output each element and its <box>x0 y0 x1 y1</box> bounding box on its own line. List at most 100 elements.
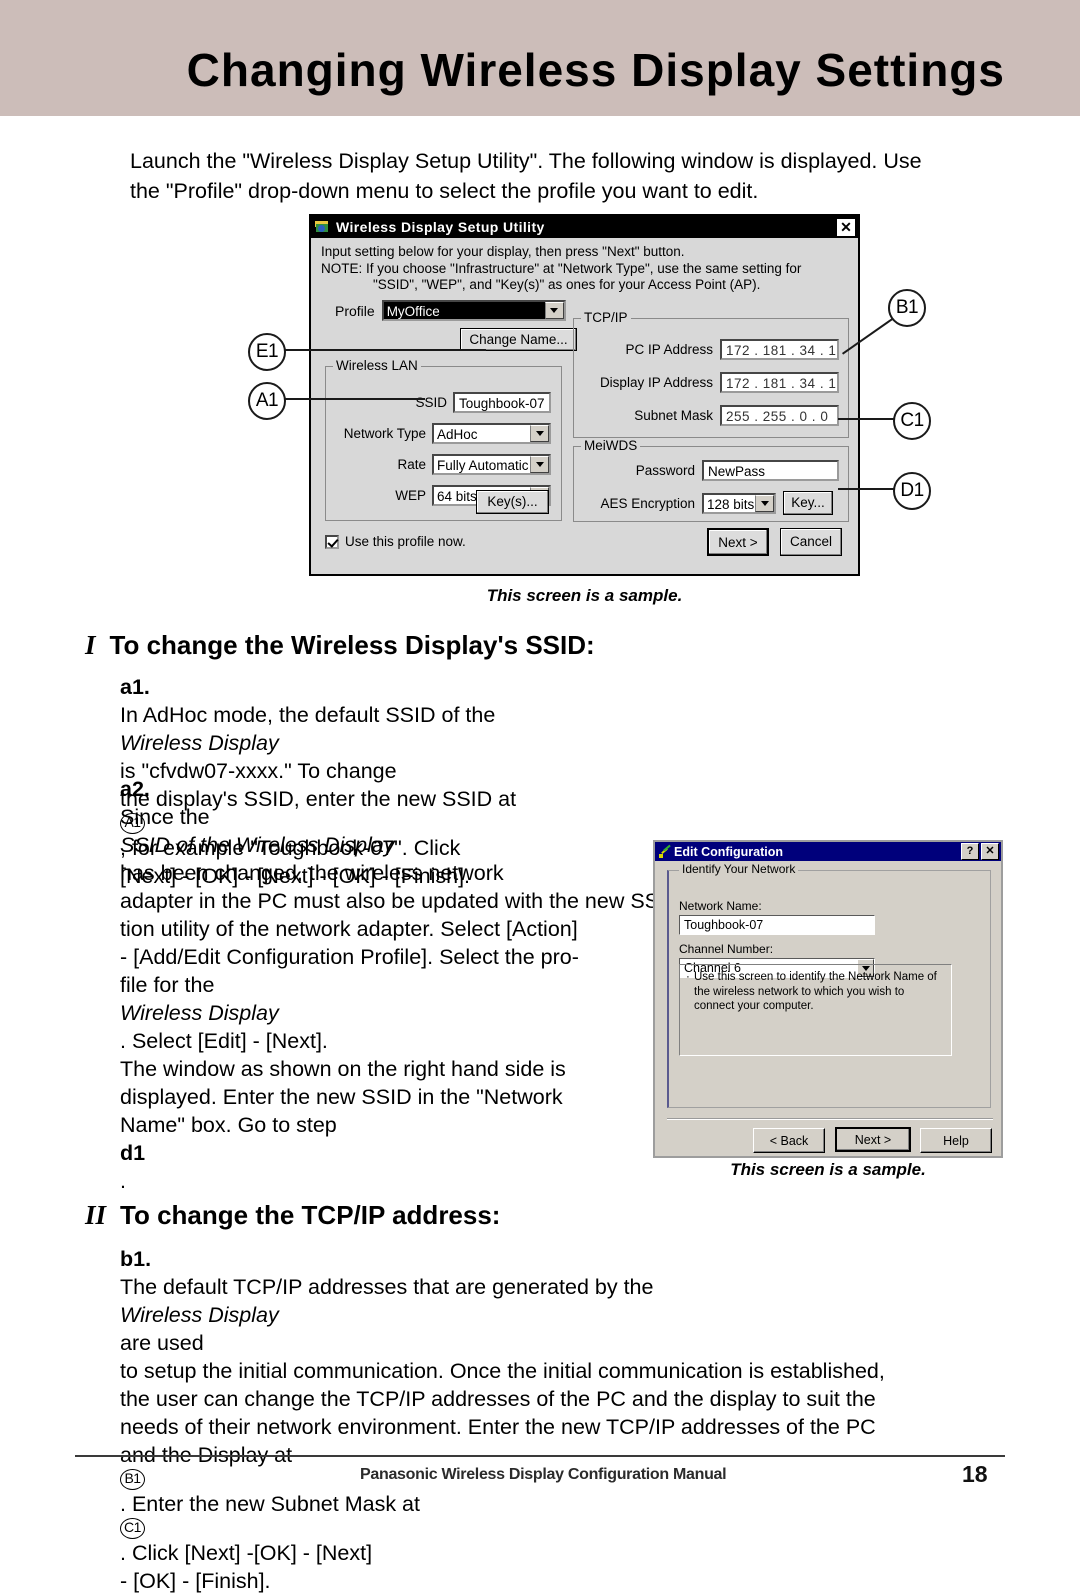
password-label: Password <box>635 463 695 478</box>
network-name-input[interactable]: Toughbook-07 <box>679 915 875 935</box>
intro-line-1: Launch the "Wireless Display Setup Utili… <box>130 149 922 173</box>
dialog2-divider <box>667 1118 993 1120</box>
chevron-down-icon[interactable] <box>530 456 549 473</box>
callout-a1: A1 <box>248 382 286 420</box>
step-a2-l1a: Since the <box>120 805 210 829</box>
wireless-lan-group-label: Wireless LAN <box>333 359 421 373</box>
step-b1-l1c: are used <box>120 1331 204 1355</box>
step-b1-l5b: . Enter the new Subnet Mask at <box>120 1492 420 1516</box>
meiwds-group-label: MeiWDS <box>581 439 641 453</box>
aes-encryption-label: AES Encryption <box>600 495 695 511</box>
callout-b1: B1 <box>888 289 926 327</box>
edit-configuration-dialog: Edit Configuration ? ✕ Identify Your Net… <box>653 840 1003 1158</box>
step-b1-line-4: needs of their network environment. Ente… <box>120 1415 876 1439</box>
help-button[interactable]: Help <box>920 1128 992 1153</box>
aes-encryption-value: 128 bits <box>707 496 755 512</box>
step-b1-l1a: The default TCP/IP addresses that are ge… <box>120 1275 654 1299</box>
rate-label: Rate <box>397 457 426 472</box>
help-icon[interactable]: ? <box>961 843 979 860</box>
dialog1-caption: This screen is a sample. <box>486 586 683 605</box>
aes-row: AES Encryption 128 bits Key... <box>573 491 849 515</box>
dialog2-title: Edit Configuration <box>674 844 784 859</box>
pc-ip-input[interactable]: 172 . 181 . 34 . 198 <box>720 339 839 360</box>
intro-line-2: the "Profile" drop-down menu to select t… <box>130 179 759 203</box>
step-a1-line-1: In AdHoc mode, the default SSID of the W… <box>120 701 1006 785</box>
dialog1-note-line-2: "SSID", "WEP", and "Key(s)" as ones for … <box>373 277 761 292</box>
aes-encryption-select[interactable]: 128 bits <box>702 492 776 514</box>
section-2-heading: II To change the TCP/IP address: <box>85 1200 500 1231</box>
network-type-label: Network Type <box>343 426 426 441</box>
keys-button[interactable]: Key(s)... <box>476 490 549 514</box>
dialog2-titlebar: Edit Configuration ? ✕ <box>655 842 1001 861</box>
subnet-mask-input[interactable]: 255 . 255 . 0 . 0 <box>720 405 839 426</box>
dialog1-titlebar: Wireless Display Setup Utility ✕ <box>311 216 858 238</box>
subnet-mask-row: Subnet Mask 255 . 255 . 0 . 0 <box>573 405 849 426</box>
page-title: Changing Wireless Display Settings <box>186 44 1005 96</box>
step-b1: b1. The default TCP/IP addresses that ar… <box>120 1245 1006 1595</box>
password-row: Password NewPass <box>573 460 849 481</box>
chevron-down-icon[interactable] <box>530 425 549 442</box>
step-a2-l1b: SSID of the Wireless Display <box>120 833 395 857</box>
close-icon[interactable]: ✕ <box>836 217 856 237</box>
dialog1-instruction: Input setting below for your display, th… <box>321 244 685 259</box>
cancel-button[interactable]: Cancel <box>780 528 842 556</box>
identify-your-network-label: Identify Your Network <box>679 863 799 876</box>
wireless-display-app-icon <box>315 220 331 234</box>
tcpip-group-label: TCP/IP <box>581 311 631 325</box>
network-info-bullet: · Use this screen to identify the Networ… <box>686 970 945 1014</box>
use-profile-checkbox[interactable] <box>325 534 339 549</box>
step-a2-l5b: Wireless Display <box>120 1001 279 1025</box>
section-1-heading-text: To change the Wireless Display's SSID: <box>109 630 595 660</box>
rate-select[interactable]: Fully Automatic <box>432 454 551 475</box>
close-icon[interactable]: ✕ <box>981 843 999 860</box>
dialog1-title: Wireless Display Setup Utility <box>336 219 545 235</box>
callout-c1: C1 <box>893 402 931 440</box>
callout-d1: D1 <box>893 472 931 510</box>
key-button[interactable]: Key... <box>783 491 833 515</box>
profile-value: MyOffice <box>383 302 545 319</box>
step-b1-number: b1. <box>120 1247 152 1271</box>
step-a1-number: a1. <box>120 675 150 699</box>
next-button[interactable]: Next > <box>707 528 769 556</box>
network-type-row: Network Type AdHoc <box>325 423 562 444</box>
display-ip-label: Display IP Address <box>599 375 713 390</box>
step-a2-number: a2. <box>120 777 150 801</box>
next-button[interactable]: Next > <box>835 1127 911 1152</box>
display-ip-input[interactable]: 172 . 181 . 34 . 199 <box>720 372 839 393</box>
profile-select[interactable]: MyOffice <box>381 300 566 321</box>
dialog2-caption: This screen is a sample. <box>730 1160 926 1179</box>
use-profile-row[interactable]: Use this profile now. <box>325 534 466 549</box>
leader-line-d1 <box>838 488 895 490</box>
change-name-button[interactable]: Change Name... <box>460 328 577 351</box>
chevron-down-icon[interactable] <box>755 494 774 512</box>
step-a1-l1a: In AdHoc mode, the default SSID of the <box>120 703 496 727</box>
network-type-select[interactable]: AdHoc <box>432 423 551 444</box>
subnet-mask-label: Subnet Mask <box>634 408 713 423</box>
display-ip-row: Display IP Address 172 . 181 . 34 . 199 <box>573 372 849 393</box>
bullet-icon: · <box>686 971 690 983</box>
chevron-down-icon[interactable] <box>544 302 564 319</box>
wireless-display-setup-utility-dialog: Wireless Display Setup Utility ✕ Input s… <box>309 214 860 576</box>
ssid-input[interactable]: Toughbook-07 <box>453 392 551 413</box>
step-b1-text: The default TCP/IP addresses that are ge… <box>120 1273 1006 1595</box>
back-button[interactable]: < Back <box>753 1128 825 1153</box>
network-type-value: AdHoc <box>437 427 478 442</box>
step-b1-l5c: . Click [Next] -[OK] - [Next] <box>120 1541 373 1565</box>
footer-text: Panasonic Wireless Display Configuration… <box>360 1466 727 1483</box>
footer-divider <box>75 1455 1005 1457</box>
step-b1-l1b: Wireless Display <box>120 1303 279 1327</box>
page-number: 18 <box>962 1461 988 1487</box>
step-b1-line-5: and the Display at B1. Enter the new Sub… <box>120 1441 1006 1567</box>
ssid-row: SSID Toughbook-07 <box>325 392 562 413</box>
password-input[interactable]: NewPass <box>702 460 839 481</box>
channel-number-label: Channel Number: <box>679 942 774 956</box>
inline-callout-c1: C1 <box>120 1518 145 1539</box>
pc-ip-label: PC IP Address <box>625 342 713 357</box>
network-info-text: Use this screen to identify the Network … <box>694 970 945 1014</box>
step-a1-l1b: Wireless Display <box>120 731 279 755</box>
pc-ip-row: PC IP Address 172 . 181 . 34 . 198 <box>573 339 849 360</box>
step-a2-l8b: d1 <box>120 1141 146 1165</box>
leader-line-c1 <box>838 418 895 420</box>
section-1-heading: I To change the Wireless Display's SSID: <box>85 630 595 661</box>
leader-line-e1 <box>281 349 486 351</box>
